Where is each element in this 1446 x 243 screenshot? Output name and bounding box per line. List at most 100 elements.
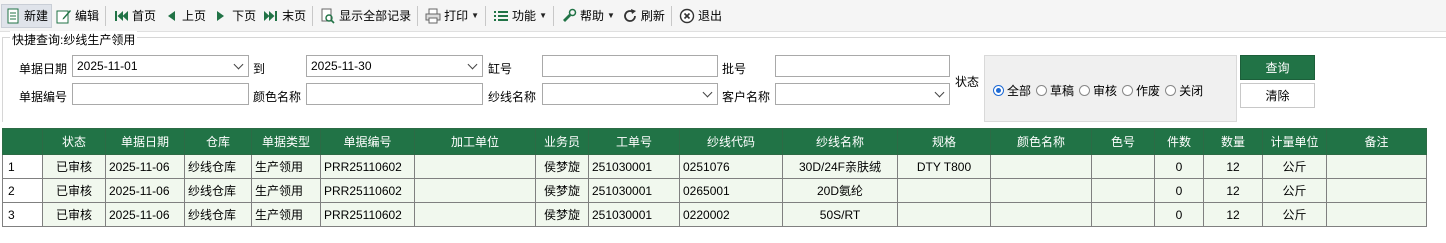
table-cell[interactable]: 公斤 — [1262, 202, 1327, 227]
table-cell[interactable] — [990, 154, 1092, 179]
row-number-cell[interactable]: 2 — [2, 178, 43, 203]
table-cell[interactable]: 纱线仓库 — [184, 202, 252, 227]
table-cell[interactable]: 12 — [1203, 178, 1263, 203]
table-cell[interactable]: 0 — [1154, 202, 1204, 227]
table-cell[interactable]: 0251076 — [679, 154, 783, 179]
column-header[interactable]: 单据类型 — [251, 128, 321, 155]
functions-menu-button[interactable]: 功能 ▼ — [490, 4, 550, 28]
table-cell[interactable] — [897, 178, 991, 203]
table-cell[interactable]: 251030001 — [588, 178, 680, 203]
table-cell[interactable]: 生产领用 — [251, 154, 321, 179]
table-cell[interactable]: 20D氨纶 — [782, 178, 898, 203]
column-header[interactable]: 单据编号 — [320, 128, 415, 155]
customer-name-select[interactable] — [775, 83, 950, 105]
table-cell[interactable]: 生产领用 — [251, 178, 321, 203]
table-cell[interactable] — [990, 202, 1092, 227]
color-name-input[interactable] — [306, 83, 483, 105]
table-cell[interactable]: 12 — [1203, 154, 1263, 179]
column-header[interactable] — [2, 128, 43, 155]
table-cell[interactable] — [1091, 202, 1155, 227]
column-header[interactable]: 计量单位 — [1262, 128, 1327, 155]
column-header[interactable]: 单据日期 — [105, 128, 185, 155]
status-radio-option[interactable]: 全部 — [993, 82, 1031, 99]
table-cell[interactable]: 0220002 — [679, 202, 783, 227]
status-radio-option[interactable]: 关闭 — [1165, 82, 1203, 99]
table-cell[interactable]: 生产领用 — [251, 202, 321, 227]
table-cell[interactable]: 251030001 — [588, 154, 680, 179]
refresh-button[interactable]: 刷新 — [619, 4, 668, 28]
batch-number-input[interactable] — [775, 55, 950, 77]
table-cell[interactable] — [414, 202, 536, 227]
print-button[interactable]: 打印 ▼ — [422, 4, 482, 28]
table-cell[interactable]: PRR25110602 — [320, 154, 415, 179]
table-cell[interactable]: 侯梦旋 — [535, 202, 589, 227]
table-cell[interactable]: 公斤 — [1262, 154, 1327, 179]
last-page-button[interactable]: 末页 — [260, 4, 309, 28]
column-header[interactable]: 纱线代码 — [679, 128, 783, 155]
new-button[interactable]: 新建 — [1, 3, 53, 28]
date-to-picker[interactable]: 2025-11-30 — [306, 55, 483, 77]
status-radio-option[interactable]: 审核 — [1079, 82, 1117, 99]
first-page-button[interactable]: 首页 — [110, 4, 159, 28]
table-cell[interactable] — [414, 178, 536, 203]
column-header[interactable]: 色号 — [1091, 128, 1155, 155]
table-cell[interactable] — [1091, 154, 1155, 179]
next-page-button[interactable]: 下页 — [210, 4, 259, 28]
table-cell[interactable]: 0265001 — [679, 178, 783, 203]
clear-button[interactable]: 清除 — [1240, 83, 1315, 108]
table-cell[interactable]: 2025-11-06 — [105, 154, 185, 179]
column-header[interactable]: 颜色名称 — [990, 128, 1092, 155]
edit-button[interactable]: 编辑 — [53, 4, 102, 28]
table-cell[interactable]: 2025-11-06 — [105, 202, 185, 227]
column-header[interactable]: 状态 — [42, 128, 106, 155]
table-cell[interactable]: 公斤 — [1262, 178, 1327, 203]
column-header[interactable]: 仓库 — [184, 128, 252, 155]
row-number-cell[interactable]: 3 — [2, 202, 43, 227]
document-number-input[interactable] — [72, 83, 249, 105]
table-cell[interactable]: 纱线仓库 — [184, 178, 252, 203]
table-cell[interactable]: 0 — [1154, 178, 1204, 203]
table-cell[interactable] — [1091, 178, 1155, 203]
column-header[interactable]: 业务员 — [535, 128, 589, 155]
table-cell[interactable] — [414, 154, 536, 179]
help-menu-button[interactable]: 帮助 ▼ — [558, 4, 618, 28]
column-header[interactable]: 加工单位 — [414, 128, 536, 155]
table-cell[interactable]: 侯梦旋 — [535, 154, 589, 179]
show-all-records-button[interactable]: 显示全部记录 — [317, 4, 414, 28]
status-radio-option[interactable]: 作废 — [1122, 82, 1160, 99]
exit-button[interactable]: 退出 — [676, 4, 725, 28]
table-cell[interactable]: PRR25110602 — [320, 178, 415, 203]
table-cell[interactable]: 已审核 — [42, 202, 106, 227]
table-cell[interactable]: DTY T800 — [897, 154, 991, 179]
date-from-picker[interactable]: 2025-11-01 — [72, 55, 249, 77]
column-header[interactable]: 纱线名称 — [782, 128, 898, 155]
table-cell[interactable] — [1326, 202, 1427, 227]
prev-page-button[interactable]: 上页 — [160, 4, 209, 28]
table-cell[interactable] — [897, 202, 991, 227]
table-row[interactable]: 3 已审核 2025-11-06 纱线仓库 生产领用 PRR25110602 侯梦旋 2510… — [2, 202, 1427, 227]
column-header[interactable]: 规格 — [897, 128, 991, 155]
column-header[interactable]: 备注 — [1326, 128, 1427, 155]
table-cell[interactable]: 侯梦旋 — [535, 178, 589, 203]
search-button[interactable]: 查询 — [1240, 55, 1315, 80]
status-radio-option[interactable]: 草稿 — [1036, 82, 1074, 99]
table-cell[interactable]: 纱线仓库 — [184, 154, 252, 179]
yarn-name-select[interactable] — [542, 83, 718, 105]
table-cell[interactable]: 50S/RT — [782, 202, 898, 227]
table-cell[interactable] — [1326, 154, 1427, 179]
column-header[interactable]: 工单号 — [588, 128, 680, 155]
table-cell[interactable]: 已审核 — [42, 154, 106, 179]
table-cell[interactable] — [990, 178, 1092, 203]
vat-number-input[interactable] — [542, 55, 718, 77]
table-cell[interactable]: 12 — [1203, 202, 1263, 227]
table-row[interactable]: 2 已审核 2025-11-06 纱线仓库 生产领用 PRR25110602 侯梦旋 2510… — [2, 178, 1427, 203]
table-cell[interactable]: 0 — [1154, 154, 1204, 179]
column-header[interactable]: 件数 — [1154, 128, 1204, 155]
table-cell[interactable] — [1326, 178, 1427, 203]
table-cell[interactable]: 已审核 — [42, 178, 106, 203]
table-cell[interactable]: PRR25110602 — [320, 202, 415, 227]
column-header[interactable]: 数量 — [1203, 128, 1263, 155]
table-row[interactable]: 1 已审核 2025-11-06 纱线仓库 生产领用 PRR25110602 侯梦旋 2510… — [2, 154, 1427, 179]
table-cell[interactable]: 2025-11-06 — [105, 178, 185, 203]
table-cell[interactable]: 30D/24F亲肤绒 — [782, 154, 898, 179]
